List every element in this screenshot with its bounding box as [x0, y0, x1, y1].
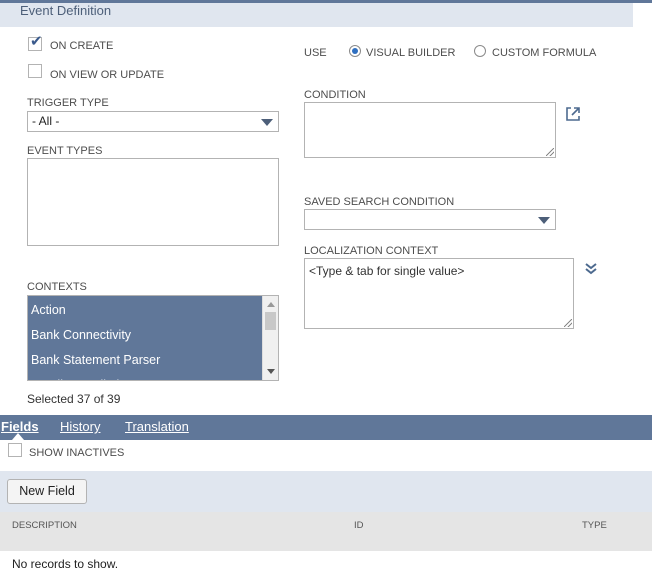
active-tab-pointer	[12, 433, 24, 440]
resize-grip-icon[interactable]	[564, 319, 572, 327]
custom-formula-radio[interactable]	[474, 45, 486, 57]
event-types-label: EVENT TYPES	[27, 145, 103, 157]
checkmark-icon: ✔	[30, 33, 43, 50]
localization-context-field[interactable]: <Type & tab for single value>	[304, 258, 574, 329]
trigger-type-select[interactable]: - All -	[27, 111, 279, 132]
context-option[interactable]: Bundle Installation	[28, 372, 261, 380]
contexts-label: CONTEXTS	[27, 281, 87, 293]
on-view-or-update-checkbox[interactable]	[28, 64, 42, 78]
condition-field[interactable]	[304, 102, 556, 158]
use-label: USE	[304, 47, 327, 59]
column-header-id[interactable]: ID	[354, 520, 364, 531]
chevron-down-icon	[538, 217, 550, 224]
column-header-description[interactable]: DESCRIPTION	[12, 520, 77, 531]
custom-formula-label: CUSTOM FORMULA	[492, 47, 597, 59]
tab-translation[interactable]: Translation	[125, 419, 189, 434]
visual-builder-label: VISUAL BUILDER	[366, 47, 456, 59]
new-field-button[interactable]: New Field	[7, 479, 87, 504]
table-header: DESCRIPTION ID TYPE	[0, 512, 652, 551]
condition-label: CONDITION	[304, 89, 366, 101]
on-create-label: ON CREATE	[50, 40, 114, 52]
show-inactives-checkbox[interactable]	[8, 443, 22, 457]
scrollbar-thumb[interactable]	[265, 312, 276, 330]
tab-fields[interactable]: Fields	[1, 419, 39, 434]
section-header[interactable]: Event Definition	[0, 3, 633, 27]
context-option[interactable]: Bank Connectivity	[28, 322, 261, 347]
trigger-type-label: TRIGGER TYPE	[27, 97, 109, 109]
contexts-selection-summary: Selected 37 of 39	[27, 392, 121, 406]
button-bar: New Field	[0, 471, 652, 512]
column-header-type[interactable]: TYPE	[582, 520, 607, 531]
on-create-checkbox[interactable]: ✔	[28, 33, 43, 51]
open-popup-icon[interactable]	[565, 106, 581, 122]
resize-grip-icon[interactable]	[546, 148, 554, 156]
on-view-or-update-label: ON VIEW OR UPDATE	[50, 69, 165, 81]
chevron-down-icon	[261, 119, 273, 126]
show-inactives-label: SHOW INACTIVES	[29, 447, 125, 459]
subtab-bar: Fields History Translation	[0, 415, 652, 440]
contexts-scrollbar[interactable]	[262, 296, 278, 380]
saved-search-condition-select[interactable]	[304, 209, 556, 230]
empty-table-message: No records to show.	[12, 557, 119, 570]
visual-builder-radio[interactable]	[349, 45, 361, 57]
section-title: Event Definition	[20, 3, 112, 18]
double-chevron-down-icon[interactable]	[584, 262, 598, 276]
localization-context-label: LOCALIZATION CONTEXT	[304, 245, 439, 257]
event-types-list[interactable]	[27, 158, 279, 246]
tab-history[interactable]: History	[60, 419, 100, 434]
saved-search-condition-label: SAVED SEARCH CONDITION	[304, 196, 455, 208]
context-option[interactable]: Bank Statement Parser	[28, 347, 261, 372]
scroll-up-arrow-icon[interactable]	[267, 302, 275, 307]
context-option[interactable]: Action	[28, 297, 261, 322]
contexts-listbox[interactable]: Action Bank Connectivity Bank Statement …	[27, 295, 279, 381]
localization-context-placeholder: <Type & tab for single value>	[309, 264, 465, 278]
scroll-down-arrow-icon[interactable]	[267, 369, 275, 374]
trigger-type-value: - All -	[32, 114, 60, 128]
